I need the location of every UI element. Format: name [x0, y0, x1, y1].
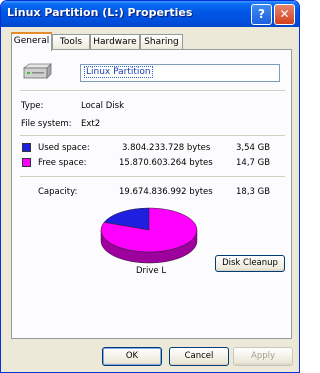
divider — [20, 135, 285, 136]
disk-usage-pie-chart — [100, 207, 198, 264]
volume-name-input[interactable]: Linux Partition — [80, 64, 280, 82]
free-space-swatch — [22, 158, 31, 167]
used-space-label: Used space: — [38, 143, 90, 153]
free-space-label: Free space: — [38, 158, 87, 168]
drive-label: Drive L — [136, 266, 167, 276]
volume-name-value: Linux Partition — [84, 66, 153, 78]
close-button[interactable]: ✕ — [274, 4, 295, 25]
window-title: Linux Partition (L:) Properties — [7, 6, 193, 19]
general-panel: Linux Partition Type: Local Disk File sy… — [11, 49, 292, 339]
ok-button[interactable]: OK — [102, 347, 162, 366]
divider — [20, 90, 285, 91]
tab-general[interactable]: General — [11, 32, 52, 51]
apply-button[interactable]: Apply — [233, 347, 293, 366]
free-space-bytes: 15.870.603.264 bytes — [119, 158, 213, 168]
type-value: Local Disk — [81, 101, 124, 111]
cancel-button[interactable]: Cancel — [169, 347, 229, 366]
capacity-bytes: 19.674.836.992 bytes — [119, 187, 213, 197]
used-space-bytes: 3.804.233.728 bytes — [122, 143, 211, 153]
used-space-swatch — [22, 143, 31, 152]
title-bar[interactable]: Linux Partition (L:) Properties ? ✕ — [1, 1, 299, 27]
properties-dialog: Linux Partition (L:) Properties ? ✕ Gene… — [0, 0, 300, 373]
used-space-size: 3,54 GB — [236, 143, 271, 153]
capacity-size: 18,3 GB — [236, 187, 271, 197]
tab-hardware[interactable]: Hardware — [90, 34, 140, 50]
divider — [20, 176, 285, 177]
type-label: Type: — [21, 101, 44, 111]
capacity-label: Capacity: — [38, 187, 78, 197]
help-button[interactable]: ? — [251, 4, 272, 25]
file-system-value: Ext2 — [81, 119, 101, 129]
file-system-label: File system: — [21, 119, 72, 129]
tab-sharing[interactable]: Sharing — [140, 34, 183, 50]
disk-cleanup-button[interactable]: Disk Cleanup — [215, 255, 285, 272]
hard-drive-icon — [22, 63, 52, 79]
free-space-size: 14,7 GB — [236, 158, 271, 168]
tab-tools[interactable]: Tools — [52, 34, 90, 50]
